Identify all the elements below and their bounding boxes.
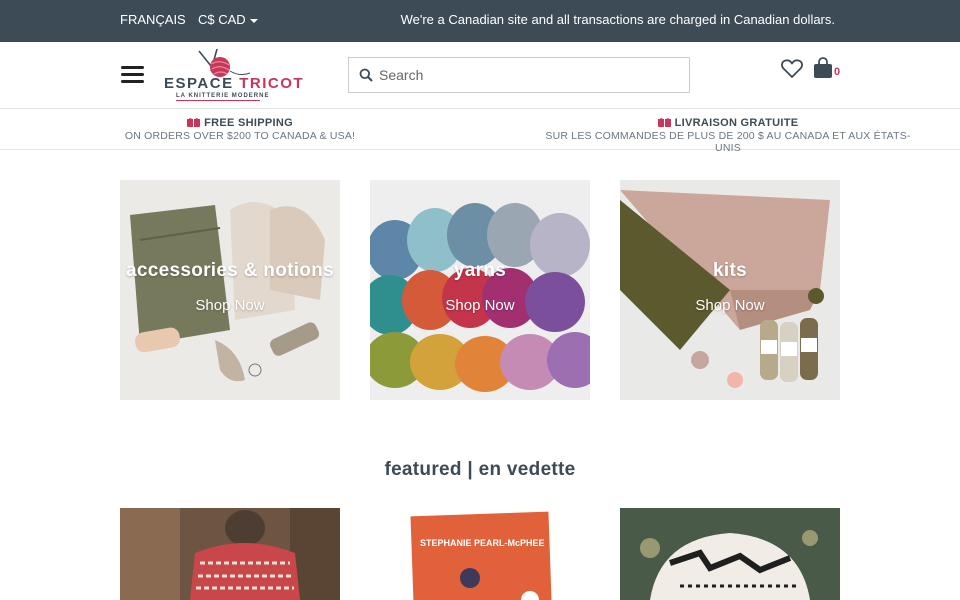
category-tile-yarns[interactable]: yarns Shop Now — [370, 180, 590, 400]
shop-now-link[interactable]: Shop Now — [370, 297, 590, 314]
menu-icon[interactable] — [121, 66, 144, 84]
search-icon[interactable] — [359, 68, 373, 82]
heart-icon[interactable] — [781, 59, 803, 79]
shop-now-link[interactable]: Shop Now — [120, 297, 340, 314]
promo-sub-fr: SUR LES COMMANDES DE PLUS DE 200 $ AU CA… — [545, 130, 911, 154]
featured-section-title: featured | en vedette — [384, 459, 576, 480]
category-title: accessories & notions — [126, 260, 334, 281]
caret-down-icon — [249, 18, 258, 23]
shipping-promo-bar: FREE SHIPPING ON ORDERS OVER $200 TO CAN… — [0, 109, 960, 154]
product-image — [120, 508, 340, 600]
accessories-image — [120, 180, 340, 400]
search-input[interactable] — [379, 58, 684, 92]
product-image — [620, 508, 840, 600]
currency-label: C$ CAD — [198, 12, 246, 27]
category-tile-accessories[interactable]: accessories & notions Shop Now — [120, 180, 340, 400]
gift-icon — [187, 118, 201, 127]
featured-product-1[interactable] — [120, 508, 340, 600]
gift-icon — [657, 118, 671, 127]
promo-title-fr: LIVRAISON GRATUITE — [674, 117, 799, 129]
logo-underline — [176, 100, 260, 101]
search-box — [348, 57, 690, 93]
promo-title-en: FREE SHIPPING — [204, 117, 293, 129]
featured-product-2[interactable]: STEPHANIE PEARL-McPHEE — [370, 508, 590, 600]
site-header: ESPACE TRICOT LA KNITTERIE MODERNE 0 — [0, 42, 960, 109]
product-image: STEPHANIE PEARL-McPHEE — [370, 508, 590, 600]
currency-selector[interactable]: C$ CAD — [198, 12, 258, 27]
category-tile-kits[interactable]: kits Shop Now — [620, 180, 840, 400]
shopping-bag-icon[interactable] — [813, 57, 833, 79]
language-switch-link[interactable]: FRANÇAIS — [120, 12, 186, 27]
logo-wordmark: ESPACE TRICOT — [164, 75, 305, 92]
logo-tagline: LA KNITTERIE MODERNE — [176, 93, 270, 99]
promo-sub-en: ON ORDERS OVER $200 TO CANADA & USA! — [124, 130, 356, 142]
category-title: kits — [713, 260, 747, 281]
promo-french: LIVRAISON GRATUITE SUR LES COMMANDES DE … — [540, 117, 916, 154]
kits-image — [620, 180, 840, 400]
top-bar: FRANÇAIS C$ CAD We're a Canadian site an… — [0, 0, 960, 42]
featured-product-3[interactable] — [620, 508, 840, 600]
site-logo[interactable]: ESPACE TRICOT LA KNITTERIE MODERNE — [162, 49, 303, 103]
category-title: yarns — [453, 260, 507, 281]
shop-now-link[interactable]: Shop Now — [620, 297, 840, 314]
currency-notice: We're a Canadian site and all transactio… — [400, 12, 835, 27]
cart-count-badge[interactable]: 0 — [834, 66, 840, 78]
yarns-image — [370, 180, 590, 400]
svg-text:STEPHANIE PEARL-McPHEE: STEPHANIE PEARL-McPHEE — [420, 538, 545, 548]
promo-english: FREE SHIPPING ON ORDERS OVER $200 TO CAN… — [120, 117, 360, 142]
